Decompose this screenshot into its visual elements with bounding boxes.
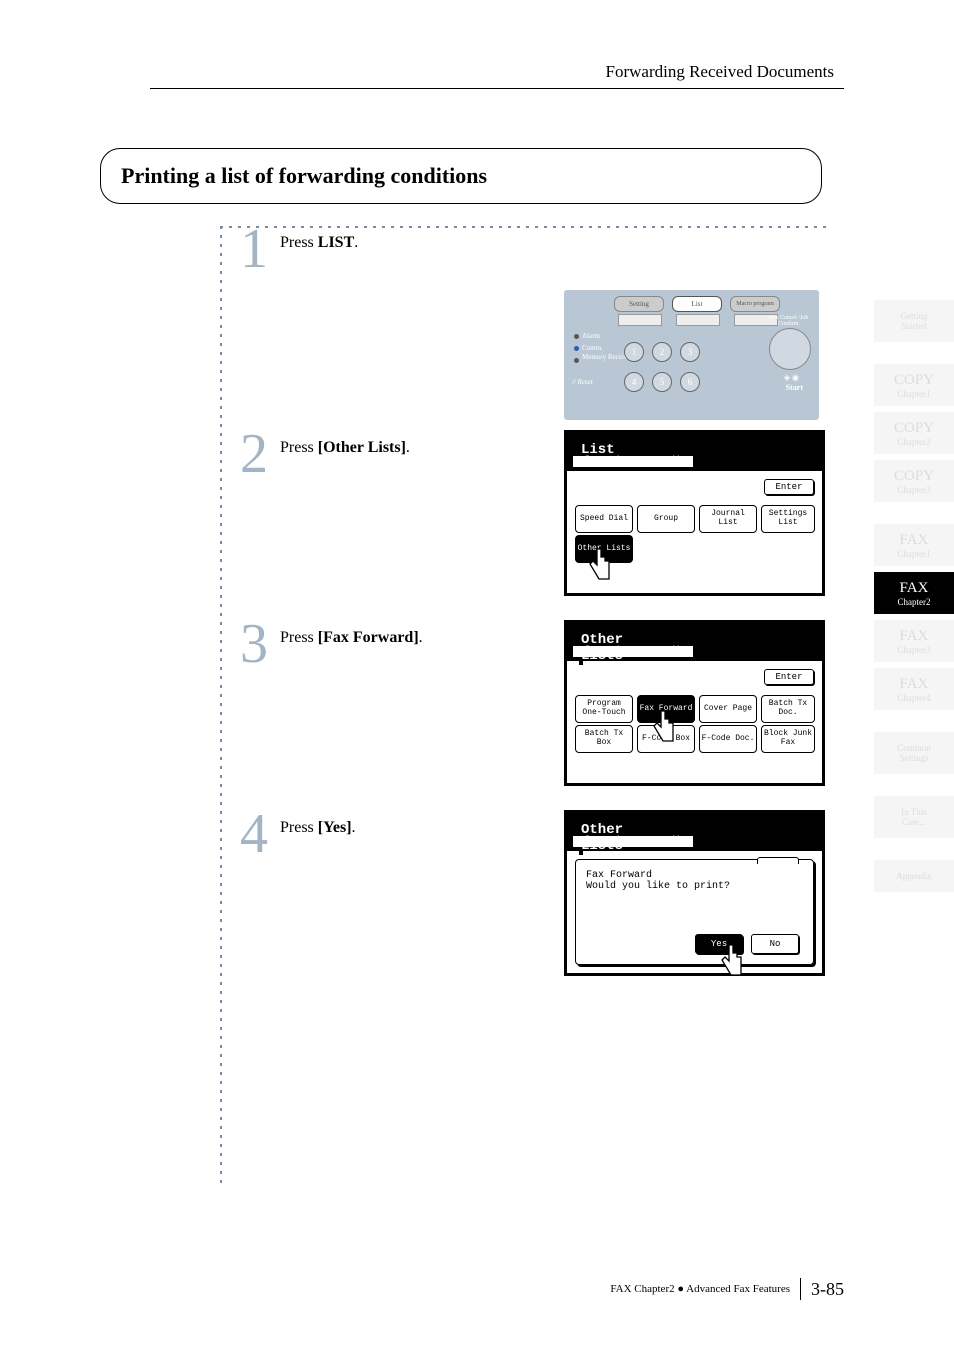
keypad-4[interactable]: 4: [624, 372, 644, 392]
finger-pointer-icon: [649, 709, 679, 744]
confirm-dialog: Fax Forward Would you like to print? Yes…: [575, 859, 814, 965]
panel-lcd: [676, 314, 720, 326]
lcd-speed-dial[interactable]: Speed Dial: [575, 505, 633, 533]
step-text: Press [Yes].: [280, 816, 356, 837]
finger-pointer-icon: [585, 547, 615, 582]
header-breadcrumb: Forwarding Received Documents: [606, 62, 835, 82]
tab-fax-3[interactable]: FAXChapter3: [874, 620, 954, 662]
keypad-6[interactable]: 6: [680, 372, 700, 392]
step-text: Press [Other Lists].: [280, 436, 410, 457]
start-icon: ◈ ◉: [784, 373, 799, 382]
lcd-enter-button[interactable]: Enter: [764, 479, 814, 495]
header-rule: [150, 88, 844, 89]
step-2: 2 Press [Other Lists].: [240, 436, 410, 472]
tab-copy-2[interactable]: COPYChapter2: [874, 412, 954, 454]
panel-setting-button[interactable]: Setting: [614, 296, 664, 312]
panel-list-button[interactable]: List: [672, 296, 722, 312]
tab-fax-2[interactable]: FAXChapter2: [874, 572, 954, 614]
lcd-screen-other-lists: Other Lists Select item to edit. Enter P…: [564, 620, 819, 786]
tab-in-this-case[interactable]: In ThisCase...: [874, 796, 954, 838]
dotted-line-vertical: [220, 226, 222, 1186]
section-heading-bar: Printing a list of forwarding conditions: [100, 148, 822, 204]
section-heading: Printing a list of forwarding conditions: [121, 163, 487, 189]
reset-label: // Reset: [572, 378, 593, 386]
lcd-batch-tx-doc[interactable]: Batch Tx Doc.: [761, 695, 815, 723]
lcd-journal-list[interactable]: Journal List: [699, 505, 757, 533]
footer-separator: [800, 1278, 801, 1300]
tab-getting-started[interactable]: GettingStarted: [874, 300, 954, 342]
cancel-label: Fax Cancel /Job Confirm.: [769, 315, 809, 327]
step-text: Press LIST.: [280, 231, 358, 252]
tab-appendix[interactable]: Appendix: [874, 860, 954, 892]
chapter-tabs: GettingStarted COPYChapter1 COPYChapter2…: [874, 300, 954, 898]
lcd-subtitle: Select item to edit.: [573, 646, 693, 657]
step-number: 2: [240, 436, 268, 472]
step-4: 4 Press [Yes].: [240, 816, 356, 852]
tab-fax-1[interactable]: FAXChapter1: [874, 524, 954, 566]
dialog-line2: Would you like to print?: [586, 881, 803, 892]
lcd-screen-confirm: Other Lists Select item to edit. Fax For…: [564, 810, 819, 976]
lcd-batch-tx-box[interactable]: Batch Tx Box: [575, 725, 633, 753]
footer-chapter: FAX Chapter2 ● Advanced Fax Features: [610, 1283, 790, 1295]
dialog-tab: [757, 857, 799, 864]
step-number: 4: [240, 816, 268, 852]
tab-common-settings[interactable]: CommonSettings: [874, 732, 954, 774]
start-label: Start: [786, 383, 803, 392]
lcd-program-onetouch[interactable]: Program One-Touch: [575, 695, 633, 723]
step-number: 3: [240, 626, 268, 662]
tab-copy-3[interactable]: COPYChapter3: [874, 460, 954, 502]
panel-lcd: [618, 314, 662, 326]
lcd-subtitle: Select item to edit.: [573, 456, 693, 467]
lcd-group[interactable]: Group: [637, 505, 695, 533]
page-number: 3-85: [811, 1279, 844, 1300]
start-button[interactable]: [769, 328, 811, 370]
memory-led: [574, 358, 579, 363]
lcd-screen-list: List Select item to edit. Enter Speed Di…: [564, 430, 819, 596]
lcd-subtitle: Select item to edit.: [573, 836, 693, 847]
keypad-1[interactable]: 1: [624, 342, 644, 362]
control-panel-illustration: Setting List Macro program Alarm Comm. M…: [564, 290, 819, 420]
comm-led: [574, 346, 579, 351]
step-number: 1: [240, 231, 268, 267]
keypad-5[interactable]: 5: [652, 372, 672, 392]
lcd-cover-page[interactable]: Cover Page: [699, 695, 757, 723]
tab-fax-4[interactable]: FAXChapter4: [874, 668, 954, 710]
panel-macro-button[interactable]: Macro program: [730, 296, 780, 312]
page-footer: FAX Chapter2 ● Advanced Fax Features 3-8…: [610, 1278, 844, 1300]
lcd-block-junk[interactable]: Block Junk Fax: [761, 725, 815, 753]
dialog-no-button[interactable]: No: [751, 934, 799, 954]
tab-copy-1[interactable]: COPYChapter1: [874, 364, 954, 406]
step-1: 1 Press LIST.: [240, 231, 358, 267]
step-3: 3 Press [Fax Forward].: [240, 626, 423, 662]
lcd-settings-list[interactable]: Settings List: [761, 505, 815, 533]
alarm-label: Alarm: [582, 332, 600, 340]
keypad-3[interactable]: 3: [680, 342, 700, 362]
lcd-fcode-doc[interactable]: F-Code Doc.: [699, 725, 757, 753]
dotted-line-horizontal: [220, 226, 830, 228]
alarm-led: [574, 334, 579, 339]
finger-pointer-icon: [717, 943, 747, 978]
step-text: Press [Fax Forward].: [280, 626, 423, 647]
keypad-2[interactable]: 2: [652, 342, 672, 362]
comm-label: Comm.: [582, 344, 603, 352]
memory-label: Memory Receive: [582, 354, 630, 361]
lcd-enter-button[interactable]: Enter: [764, 669, 814, 685]
dialog-line1: Fax Forward: [586, 870, 803, 881]
